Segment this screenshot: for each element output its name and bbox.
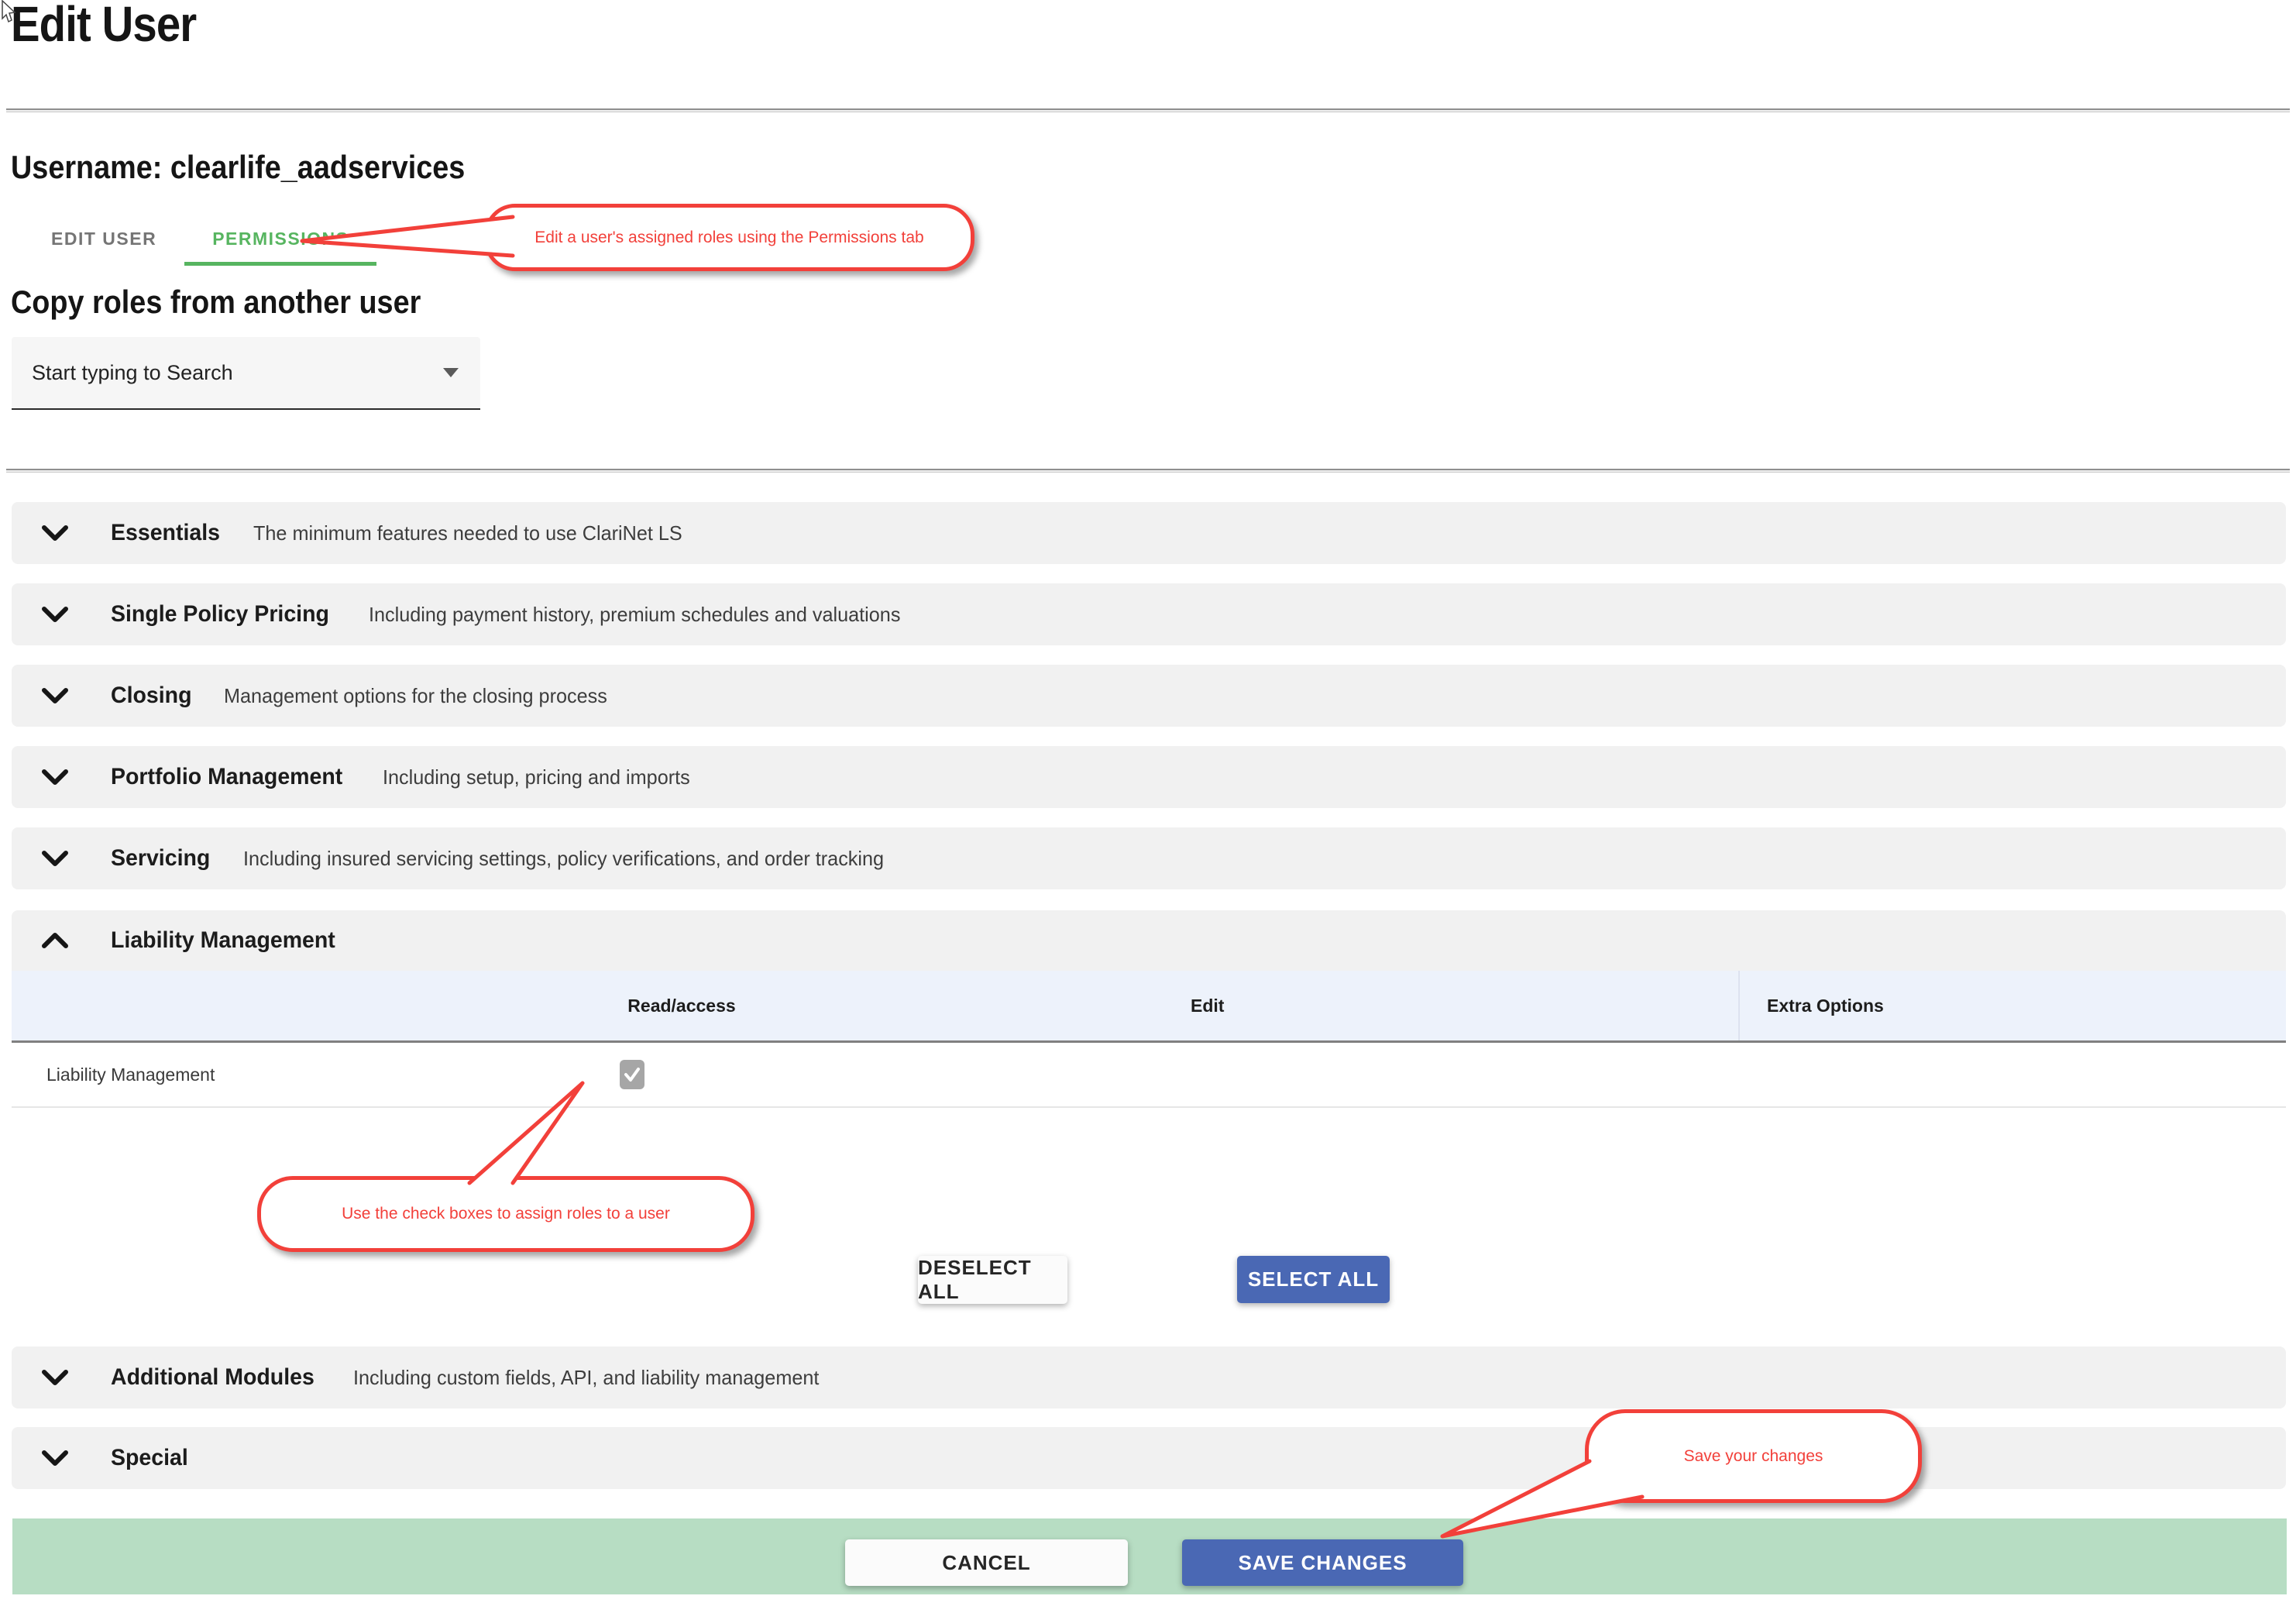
- section-title: Liability Management: [111, 927, 335, 954]
- callout-permissions-tab: Edit a user's assigned roles using the P…: [484, 204, 974, 271]
- chevron-down-icon: [41, 524, 69, 542]
- tab-bar: EDIT USER PERMISSIONS: [23, 215, 376, 266]
- callout-text: Save your changes: [1684, 1447, 1823, 1466]
- section-closing[interactable]: Closing Management options for the closi…: [12, 665, 2286, 727]
- section-liability-management[interactable]: Liability Management: [12, 910, 2286, 971]
- read-access-checkbox[interactable]: [620, 1060, 644, 1089]
- chevron-down-icon: [41, 1450, 69, 1467]
- section-title: Closing: [111, 683, 192, 709]
- chevron-down-icon: [41, 606, 69, 623]
- section-additional-modules[interactable]: Additional Modules Including custom fiel…: [12, 1346, 2286, 1408]
- divider: [6, 108, 2290, 112]
- chevron-up-icon: [41, 932, 69, 949]
- section-title: Additional Modules: [111, 1364, 314, 1391]
- deselect-all-button[interactable]: DESELECT ALL: [918, 1256, 1067, 1304]
- table-row-liability-management: Liability Management: [12, 1043, 2286, 1108]
- chevron-down-icon: [41, 850, 69, 867]
- section-description: Including insured servicing settings, po…: [243, 847, 884, 871]
- save-changes-button[interactable]: SAVE CHANGES: [1182, 1539, 1463, 1586]
- cancel-button[interactable]: CANCEL: [845, 1539, 1128, 1586]
- callout-save-changes: Save your changes: [1585, 1409, 1922, 1503]
- section-description: Including setup, pricing and imports: [383, 765, 690, 789]
- tab-edit-user[interactable]: EDIT USER: [23, 215, 184, 262]
- chevron-down-icon: [41, 1369, 69, 1386]
- section-portfolio-management[interactable]: Portfolio Management Including setup, pr…: [12, 746, 2286, 808]
- section-description: Including custom fields, API, and liabil…: [353, 1366, 819, 1390]
- checkmark-icon: [622, 1064, 642, 1085]
- section-title: Special: [111, 1445, 188, 1471]
- callout-text: Use the check boxes to assign roles to a…: [342, 1205, 670, 1223]
- column-header-edit: Edit: [1191, 971, 1224, 1040]
- section-description: Management options for the closing proce…: [224, 684, 607, 708]
- section-special[interactable]: Special: [12, 1427, 2286, 1489]
- footer-action-bar: [12, 1518, 2287, 1594]
- edit-user-page: Edit User Username: clearlife_aadservice…: [0, 0, 2296, 1613]
- section-servicing[interactable]: Servicing Including insured servicing se…: [12, 827, 2286, 889]
- chevron-down-icon: [41, 687, 69, 704]
- section-single-policy-pricing[interactable]: Single Policy Pricing Including payment …: [12, 583, 2286, 645]
- callout-text: Edit a user's assigned roles using the P…: [534, 229, 923, 247]
- section-title: Portfolio Management: [111, 764, 342, 790]
- section-description: Including payment history, premium sched…: [369, 603, 900, 627]
- divider: [6, 469, 2290, 473]
- column-header-read-access: Read/access: [12, 971, 1352, 1040]
- section-essentials[interactable]: Essentials The minimum features needed t…: [12, 502, 2286, 564]
- column-header-extra-options: Extra Options: [1767, 971, 1884, 1040]
- section-title: Servicing: [111, 845, 210, 872]
- page-title: Edit User: [11, 0, 196, 53]
- section-title: Single Policy Pricing: [111, 601, 329, 628]
- chevron-down-icon: [443, 368, 459, 377]
- tab-permissions[interactable]: PERMISSIONS: [184, 215, 376, 266]
- dropdown-placeholder: Start typing to Search: [32, 361, 443, 385]
- chevron-down-icon: [41, 769, 69, 786]
- username-heading: Username: clearlife_aadservices: [11, 149, 465, 186]
- row-label: Liability Management: [46, 1043, 215, 1106]
- callout-checkboxes: Use the check boxes to assign roles to a…: [257, 1176, 754, 1252]
- select-all-button[interactable]: SELECT ALL: [1237, 1256, 1390, 1303]
- section-title: Essentials: [111, 520, 220, 546]
- copy-roles-search-select[interactable]: Start typing to Search: [12, 337, 480, 410]
- copy-roles-heading: Copy roles from another user: [11, 284, 421, 321]
- permissions-table-header: Read/access Edit Extra Options: [12, 971, 2286, 1043]
- column-divider: [1738, 971, 1740, 1040]
- section-description: The minimum features needed to use Clari…: [253, 521, 682, 545]
- mouse-cursor-icon: [0, 0, 17, 23]
